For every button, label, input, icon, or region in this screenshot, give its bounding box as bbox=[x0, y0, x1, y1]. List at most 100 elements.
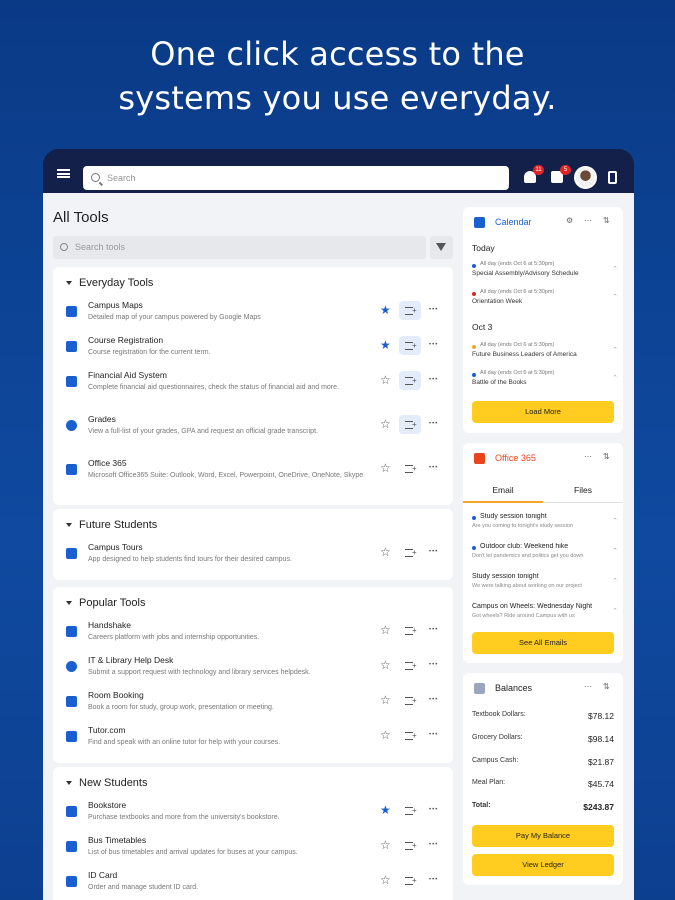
view-ledger-button[interactable]: View Ledger bbox=[472, 854, 614, 876]
collapse-icon[interactable]: ⇅ bbox=[603, 682, 610, 691]
section-header[interactable]: Everyday Tools bbox=[53, 267, 453, 297]
chat-icon[interactable]: 5 bbox=[551, 165, 571, 183]
tool-row[interactable]: Office 365 Microsoft Office365 Suite: Out… bbox=[53, 455, 453, 489]
star-icon[interactable]: ☆ bbox=[380, 462, 391, 474]
menu-icon[interactable] bbox=[57, 169, 70, 178]
more-icon[interactable]: ••• bbox=[429, 465, 438, 471]
more-icon[interactable]: ••• bbox=[429, 662, 438, 668]
add-to-list-icon[interactable] bbox=[399, 543, 421, 562]
email-item[interactable]: Study session tonight We were talking abo… bbox=[472, 573, 618, 595]
more-icon[interactable]: ⋯ bbox=[584, 216, 592, 225]
tool-row[interactable]: Financial Aid System Complete financial a… bbox=[53, 367, 453, 401]
tool-row[interactable]: Campus Tours App designed to help student… bbox=[53, 539, 453, 573]
more-icon[interactable]: ••• bbox=[429, 842, 438, 848]
side-panel-icon[interactable] bbox=[608, 171, 617, 184]
tools-search-input[interactable]: Search tools bbox=[53, 236, 426, 259]
star-icon[interactable]: ★ bbox=[380, 804, 391, 816]
room-icon bbox=[66, 696, 77, 707]
star-icon[interactable]: ☆ bbox=[380, 374, 391, 386]
star-icon[interactable]: ☆ bbox=[380, 546, 391, 558]
add-to-list-icon[interactable] bbox=[399, 801, 421, 820]
tab-email[interactable]: Email bbox=[463, 477, 543, 503]
collapse-icon[interactable]: ⇅ bbox=[603, 452, 610, 461]
star-icon[interactable]: ★ bbox=[380, 304, 391, 316]
tool-row[interactable]: Campus Maps Detailed map of your campus p… bbox=[53, 297, 453, 331]
more-icon[interactable]: ••• bbox=[429, 377, 438, 383]
add-to-list-icon[interactable] bbox=[399, 415, 421, 434]
balance-row: Meal Plan: $45.74 bbox=[472, 779, 614, 799]
balance-value: $45.74 bbox=[588, 779, 614, 789]
filter-icon[interactable] bbox=[430, 236, 453, 259]
section-header[interactable]: Popular Tools bbox=[53, 587, 453, 617]
tool-row[interactable]: Room Booking Book a room for study, group… bbox=[53, 687, 453, 721]
avatar[interactable] bbox=[574, 166, 597, 189]
add-to-list-icon[interactable] bbox=[399, 621, 421, 640]
tab-files[interactable]: Files bbox=[543, 477, 623, 503]
section-header[interactable]: New Students bbox=[53, 767, 453, 797]
section-header[interactable]: Future Students bbox=[53, 509, 453, 539]
tool-row[interactable]: Tutor.com Find and speak with an online t… bbox=[53, 722, 453, 756]
see-all-emails-button[interactable]: See All Emails bbox=[472, 632, 614, 654]
star-icon[interactable]: ☆ bbox=[380, 418, 391, 430]
star-icon[interactable]: ☆ bbox=[380, 694, 391, 706]
add-to-list-icon[interactable] bbox=[399, 656, 421, 675]
tool-description: View a full-list of your grades, GPA and… bbox=[88, 428, 318, 435]
star-icon[interactable]: ★ bbox=[380, 339, 391, 351]
tool-name: Financial Aid System bbox=[88, 370, 167, 380]
more-icon[interactable]: ⋯ bbox=[584, 452, 592, 461]
collapse-icon[interactable]: ⇅ bbox=[603, 216, 610, 225]
event-title: Special Assembly/Advisory Schedule bbox=[472, 270, 579, 277]
more-icon[interactable]: ••• bbox=[429, 697, 438, 703]
more-icon[interactable]: ••• bbox=[429, 421, 438, 427]
tool-row[interactable]: IT & Library Help Desk Submit a support r… bbox=[53, 652, 453, 686]
star-icon[interactable]: ☆ bbox=[380, 874, 391, 886]
calendar-event[interactable]: All day (ends Oct 6 at 5:30pm) Future Bus… bbox=[472, 342, 618, 362]
calendar-event[interactable]: All day (ends Oct 6 at 5:30pm) Special As… bbox=[472, 261, 618, 281]
add-to-list-icon[interactable] bbox=[399, 836, 421, 855]
email-item[interactable]: Outdoor club: Weekend hike Don't let pand… bbox=[472, 543, 618, 565]
today-label: Today bbox=[472, 243, 495, 253]
star-icon[interactable]: ☆ bbox=[380, 624, 391, 636]
event-title: Future Business Leaders of America bbox=[472, 351, 577, 358]
email-subject: Campus on Wheels: Wednesday Night bbox=[472, 603, 593, 610]
more-icon[interactable]: ••• bbox=[429, 307, 438, 313]
tool-section-card: New Students Bookstore Purchase textbooks … bbox=[53, 767, 453, 900]
email-item[interactable]: Campus on Wheels: Wednesday Night Got whe… bbox=[472, 603, 618, 625]
add-to-list-icon[interactable] bbox=[399, 336, 421, 355]
more-icon[interactable]: ••• bbox=[429, 807, 438, 813]
more-icon[interactable]: ••• bbox=[429, 877, 438, 883]
add-to-list-icon[interactable] bbox=[399, 871, 421, 890]
tool-row[interactable]: Bookstore Purchase textbooks and more fro… bbox=[53, 797, 453, 831]
calendar-event[interactable]: All day (ends Oct 6 at 5:30pm) Battle of … bbox=[472, 370, 618, 390]
bell-icon[interactable]: 11 bbox=[524, 165, 544, 183]
search-input[interactable]: Search bbox=[83, 166, 509, 190]
star-icon[interactable]: ☆ bbox=[380, 729, 391, 741]
more-icon[interactable]: ••• bbox=[429, 549, 438, 555]
add-to-list-icon[interactable] bbox=[399, 726, 421, 745]
tool-description: Purchase textbooks and more from the uni… bbox=[88, 814, 280, 821]
load-more-button[interactable]: Load More bbox=[472, 401, 614, 423]
calendar-event[interactable]: All day (ends Oct 6 at 5:30pm) Orientatio… bbox=[472, 289, 618, 309]
more-icon[interactable]: ••• bbox=[429, 732, 438, 738]
more-icon[interactable]: ••• bbox=[429, 627, 438, 633]
tool-row[interactable]: ID Card Order and manage student ID card.… bbox=[53, 867, 453, 900]
tool-row[interactable]: Course Registration Course registration f… bbox=[53, 332, 453, 366]
more-icon[interactable]: ••• bbox=[429, 342, 438, 348]
add-to-list-icon[interactable] bbox=[399, 371, 421, 390]
tool-row[interactable]: Bus Timetables List of bus timetables and… bbox=[53, 832, 453, 866]
calendar-header: Calendar bbox=[463, 207, 623, 237]
star-icon[interactable]: ☆ bbox=[380, 839, 391, 851]
email-item[interactable]: Study session tonight Are you coming to t… bbox=[472, 513, 618, 535]
hero-headline: One click access to the systems you use … bbox=[0, 32, 675, 120]
tool-description: App designed to help students find tours… bbox=[88, 556, 292, 563]
tool-row[interactable]: Grades View a full-list of your grades, G… bbox=[53, 411, 453, 445]
tool-row[interactable]: Handshake Careers platform with jobs and … bbox=[53, 617, 453, 651]
add-to-list-icon[interactable] bbox=[399, 459, 421, 478]
add-to-list-icon[interactable] bbox=[399, 301, 421, 320]
pay-balance-button[interactable]: Pay My Balance bbox=[472, 825, 614, 847]
add-to-list-icon[interactable] bbox=[399, 691, 421, 710]
more-icon[interactable]: ⋯ bbox=[584, 682, 592, 691]
balance-value: $98.14 bbox=[588, 734, 614, 744]
star-icon[interactable]: ☆ bbox=[380, 659, 391, 671]
gear-icon[interactable]: ⚙ bbox=[566, 216, 573, 225]
